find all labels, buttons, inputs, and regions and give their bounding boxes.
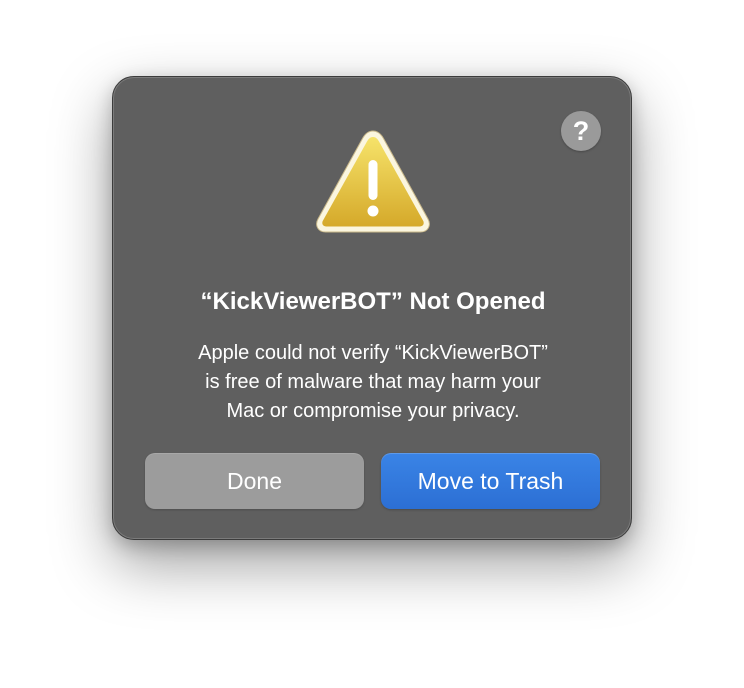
question-mark-icon: ? [572,116,590,146]
screen: ? “KickViewerBOT” Not Opened Apple could… [0,0,744,688]
message-line: is free of malware that may harm your [205,371,541,393]
message-line: Mac or compromise your privacy. [226,400,520,422]
dialog-title: “KickViewerBOT” Not Opened [200,288,546,315]
warning-triangle-icon [316,130,430,233]
alert-dialog: ? “KickViewerBOT” Not Opened Apple could… [112,76,632,540]
dialog-message: Apple could not verify “KickViewerBOT” i… [153,339,593,426]
message-line: Apple could not verify “KickViewerBOT” [198,342,548,364]
move-to-trash-button[interactable]: Move to Trash [381,453,600,509]
done-button[interactable]: Done [145,453,364,509]
help-button[interactable]: ? [561,111,601,151]
